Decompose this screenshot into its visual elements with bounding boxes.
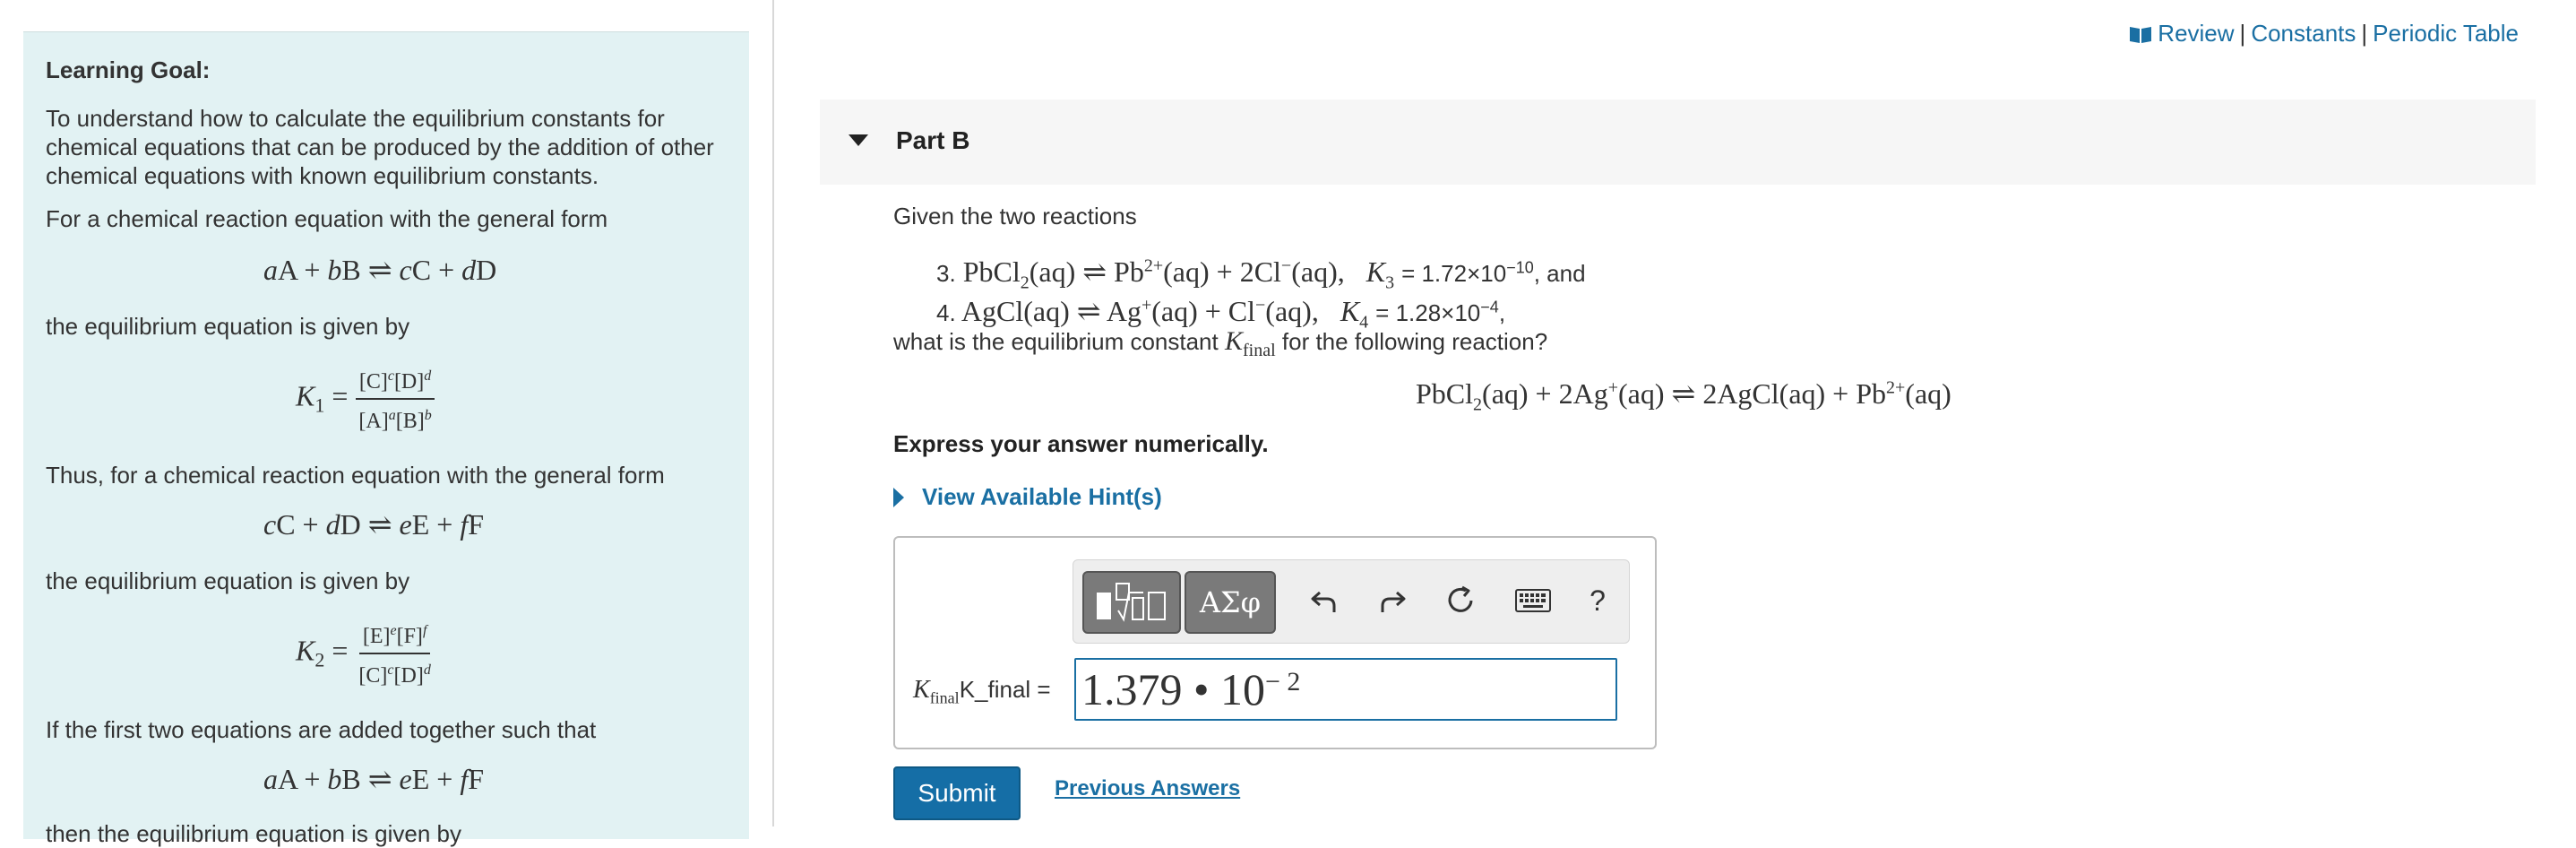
equilibrium-intro-3: then the equilibrium equation is given b… — [46, 820, 461, 847]
undo-button[interactable] — [1297, 571, 1351, 630]
answer-value-mantissa: 1.379 • 10 — [1081, 664, 1266, 714]
view-hints-toggle[interactable]: View Available Hint(s) — [893, 483, 1162, 511]
answer-area: ΑΣφ ? KfinalK_final = 1.379 • 10 − 2 — [893, 536, 1657, 749]
part-header[interactable]: Part B — [820, 100, 2536, 185]
learning-goal-text: To understand how to calculate the equil… — [46, 105, 714, 189]
templates-icon — [1097, 583, 1166, 622]
k1-expression: K1 = [C]c[D]d [A]a[B]b — [296, 364, 435, 434]
general-equation-1: aA + bB ⇌ cC + dD — [263, 254, 497, 286]
periodic-table-link[interactable]: Periodic Table — [2373, 20, 2519, 48]
question-text: what is the equilibrium constant Kfinal … — [893, 326, 1547, 361]
general-form-intro-2: Thus, for a chemical reaction equation w… — [46, 462, 665, 489]
math-toolbar: ΑΣφ ? — [1073, 559, 1630, 644]
equilibrium-intro-1: the equilibrium equation is given by — [46, 313, 410, 340]
link-separator: | — [2239, 20, 2246, 47]
equilibrium-intro-2: the equilibrium equation is given by — [46, 567, 410, 594]
reaction-3: 3. PbCl2(aq) ⇌ Pb2+(aq) + 2Cl−(aq), K3 =… — [936, 255, 1586, 293]
keyboard-icon — [1515, 589, 1551, 612]
link-separator: | — [2361, 20, 2368, 47]
submit-button[interactable]: Submit — [893, 766, 1021, 820]
view-hints-label[interactable]: View Available Hint(s) — [922, 483, 1162, 511]
review-link[interactable]: Review — [2158, 20, 2234, 48]
target-reaction: PbCl2(aq) + 2Ag+(aq) ⇌ 2AgCl(aq) + Pb2+(… — [1416, 377, 1951, 415]
answer-label-text: K_final = — [959, 676, 1051, 703]
question-text-a: what is the equilibrium constant — [893, 328, 1219, 355]
answer-input[interactable]: 1.379 • 10− 2 — [1074, 658, 1617, 721]
reset-button[interactable] — [1434, 571, 1487, 630]
collapse-caret-icon[interactable] — [849, 134, 868, 146]
keyboard-button[interactable] — [1502, 571, 1564, 630]
expand-caret-icon[interactable] — [893, 487, 904, 507]
answer-value-exponent: − 2 — [1265, 667, 1301, 697]
added-equations-intro: If the first two equations are added tog… — [46, 716, 597, 743]
redo-button[interactable] — [1366, 571, 1419, 630]
greek-symbols-button[interactable]: ΑΣφ — [1185, 571, 1276, 634]
part-title: Part B — [896, 126, 970, 154]
constants-link[interactable]: Constants — [2251, 20, 2356, 48]
question-text-b: for the following reaction? — [1281, 328, 1548, 355]
templates-button[interactable] — [1082, 571, 1181, 634]
undo-icon — [1311, 591, 1336, 612]
given-text: Given the two reactions — [893, 203, 1137, 229]
help-button[interactable]: ? — [1575, 571, 1620, 630]
redo-icon — [1381, 591, 1406, 612]
kfinal-symbol: Kfinal — [1224, 326, 1276, 360]
k2-expression: K2 = [E]e[F]f [C]c[D]d — [296, 619, 435, 688]
reset-icon — [1448, 585, 1473, 612]
resource-links: Review | Constants | Periodic Table — [2129, 20, 2519, 48]
answer-instruction: Express your answer numerically. — [893, 430, 1269, 457]
general-equation-2: cC + dD ⇌ eE + fF — [263, 508, 484, 541]
previous-answers-link[interactable]: Previous Answers — [1055, 776, 1240, 801]
learning-goal-panel: Learning Goal: To understand how to calc… — [23, 31, 749, 847]
general-form-intro: For a chemical reaction equation with th… — [46, 205, 608, 232]
panel-divider — [772, 0, 774, 826]
general-equation-3: aA + bB ⇌ eE + fF — [263, 763, 485, 795]
answer-label-math: Kfinal — [913, 676, 960, 707]
answer-label: KfinalK_final = — [913, 676, 1051, 708]
learning-goal-heading: Learning Goal: — [46, 56, 211, 83]
book-icon — [2130, 26, 2152, 43]
